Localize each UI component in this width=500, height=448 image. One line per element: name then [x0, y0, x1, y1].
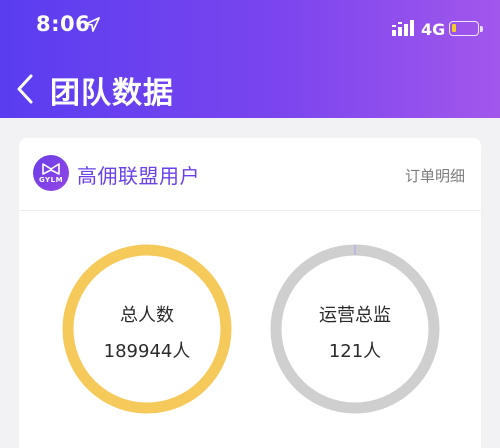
app-header: 8:06 4G 团队数据 — [0, 0, 500, 118]
card-header: GYLM 高佣联盟用户 订单明细 — [19, 138, 481, 211]
page-title: 团队数据 — [50, 76, 174, 111]
ops-director-label: 运营总监 — [319, 305, 391, 326]
location-arrow-icon — [85, 17, 100, 32]
back-button[interactable] — [14, 72, 36, 106]
battery-level — [452, 24, 456, 32]
gylm-logo: GYLM — [33, 155, 69, 191]
total-members-label: 总人数 — [120, 305, 174, 326]
battery-low-icon — [449, 21, 483, 36]
logo-text: GYLM — [38, 176, 64, 184]
total-members-stat[interactable]: 总人数 189944人 — [61, 243, 233, 415]
network-type: 4G — [421, 20, 446, 39]
bowtie-icon — [42, 163, 60, 175]
ops-director-stat[interactable]: 运营总监 121人 — [269, 243, 441, 415]
total-ring — [62, 244, 232, 414]
signal-bars-icon — [392, 20, 414, 36]
ops-ring — [270, 244, 440, 414]
total-members-value: 189944人 — [103, 341, 191, 362]
team-data-card: GYLM 高佣联盟用户 订单明细 总人数 189944人 运营总监 121人 — [19, 138, 481, 448]
brand-name: 高佣联盟用户 — [77, 164, 200, 188]
ops-director-value: 121人 — [328, 341, 382, 362]
status-time: 8:06 — [36, 12, 91, 36]
order-details-link[interactable]: 订单明细 — [405, 165, 465, 186]
